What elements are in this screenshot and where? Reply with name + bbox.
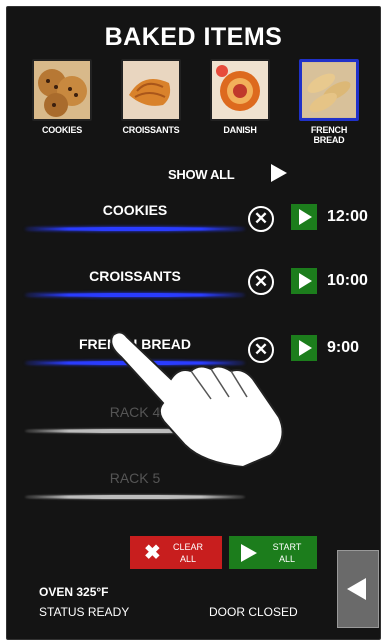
play-icon xyxy=(241,544,257,562)
cancel-rack-3-button[interactable]: ✕ xyxy=(248,337,274,363)
play-icon xyxy=(299,340,312,356)
play-icon xyxy=(299,273,312,289)
start-all-label: START ALL xyxy=(272,542,302,564)
category-cookies[interactable]: COOKIES xyxy=(29,59,95,135)
rack-label: COOKIES xyxy=(102,202,168,218)
rack-indicator-line xyxy=(25,429,245,433)
rack-label: FRENCH BREAD xyxy=(79,336,191,352)
start-rack-3-button[interactable] xyxy=(291,335,317,361)
start-all-button[interactable]: START ALL xyxy=(229,536,317,569)
category-croissants[interactable]: CROISSANTS xyxy=(118,59,184,135)
category-label: FRENCH BREAD xyxy=(310,125,348,145)
category-french-bread[interactable]: FRENCH BREAD xyxy=(296,59,362,145)
rack-timer: 10:00 xyxy=(327,272,368,289)
rack-indicator-line xyxy=(25,293,245,297)
show-all-play-icon[interactable] xyxy=(271,164,287,182)
show-all-label[interactable]: SHOW ALL xyxy=(168,167,235,182)
back-button[interactable] xyxy=(337,550,379,628)
rack-indicator-line xyxy=(25,227,245,231)
rack-label: RACK 4 xyxy=(109,404,161,420)
french-bread-image xyxy=(299,59,359,121)
cookies-image xyxy=(32,59,92,121)
rack-label: RACK 5 xyxy=(109,470,161,486)
danish-image xyxy=(210,59,270,121)
page-title: BAKED ITEMS xyxy=(104,23,283,51)
category-label: CROISSANTS xyxy=(122,125,180,135)
rack-timer: 9:00 xyxy=(327,339,360,356)
clear-all-label: CLEAR ALL xyxy=(172,542,203,564)
rack-row-3[interactable]: FRENCH BREAD xyxy=(25,335,245,365)
status-text: STATUS READY xyxy=(39,605,130,619)
rack-row-5[interactable]: RACK 5 xyxy=(25,469,245,499)
rack-row-2[interactable]: CROISSANTS xyxy=(25,267,245,297)
cancel-rack-1-button[interactable]: ✕ xyxy=(248,206,274,232)
oven-temperature: OVEN 325°F xyxy=(39,585,109,599)
cancel-rack-2-button[interactable]: ✕ xyxy=(248,269,274,295)
category-danish[interactable]: DANISH xyxy=(207,59,273,135)
play-icon xyxy=(299,209,312,225)
category-label: DANISH xyxy=(223,125,257,135)
door-status: DOOR CLOSED xyxy=(209,605,298,619)
clear-all-button[interactable]: ✖ CLEAR ALL xyxy=(130,536,222,569)
oven-control-panel: BAKED ITEMS COOKIES CROISSANTS DANISH FR… xyxy=(6,6,381,640)
close-icon: ✖ xyxy=(144,542,161,564)
rack-label: CROISSANTS xyxy=(89,268,181,284)
rack-row-1[interactable]: COOKIES xyxy=(25,201,245,231)
rack-indicator-line xyxy=(25,495,245,499)
croissants-image xyxy=(121,59,181,121)
start-rack-1-button[interactable] xyxy=(291,204,317,230)
rack-row-4[interactable]: RACK 4 xyxy=(25,403,245,433)
category-label: COOKIES xyxy=(41,125,83,135)
chevron-left-icon xyxy=(347,578,366,600)
start-rack-2-button[interactable] xyxy=(291,268,317,294)
rack-indicator-line xyxy=(25,361,245,365)
rack-timer: 12:00 xyxy=(327,208,368,225)
